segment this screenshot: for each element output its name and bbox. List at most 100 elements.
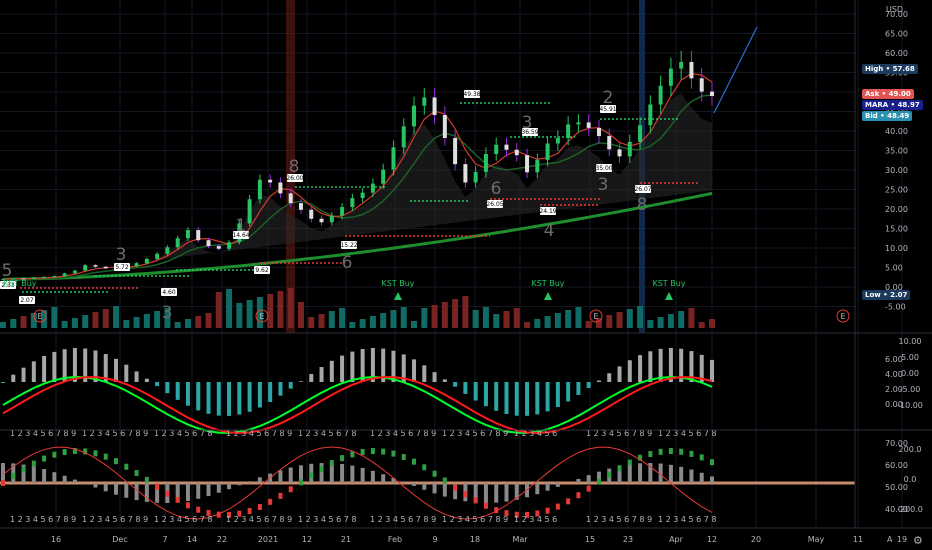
osc-histogram-bar [586, 382, 591, 388]
seq-histogram-bar [103, 483, 108, 492]
price-tick-label: 40.00 [885, 127, 908, 136]
bid-price-tag: Bid • 48.49 [862, 111, 913, 121]
seq-histogram-bar [350, 465, 355, 483]
auto-scale-icon[interactable]: A [887, 535, 892, 544]
osc-histogram-bar [340, 355, 345, 382]
seq-dot [412, 458, 417, 465]
price-label: 49.38 [463, 91, 480, 98]
seq-histogram-bar [668, 464, 673, 483]
date-tick-label: Mar [512, 535, 528, 544]
osc-histogram-bar [144, 378, 149, 382]
seq-histogram-bar [483, 483, 488, 503]
price-label: 26.05 [486, 201, 503, 208]
wave-count-label: 2 [603, 88, 614, 108]
osc-histogram-bar [309, 373, 314, 382]
oscillator-pane[interactable] [1, 348, 714, 435]
seq-dot [607, 471, 612, 478]
volume-bar [61, 321, 68, 328]
last-price-tag: MARA • 48.97 [862, 100, 923, 110]
sequential-pane[interactable]: 1 2 3 4 5 6 7 8 9 1 2 3 4 5 6 7 8 9 1 2 3 … [0, 429, 855, 524]
candle-body [514, 149, 519, 156]
volume-bar [472, 310, 479, 328]
seq-dot [144, 476, 149, 483]
seq-dot [566, 498, 571, 505]
volume-bar [349, 322, 356, 328]
price-tick-label: 30.00 [885, 166, 908, 175]
osc-tick-right: 5.00 [901, 353, 919, 362]
osc-histogram-bar [607, 373, 612, 382]
candle-body [319, 218, 324, 223]
volume-bar [0, 322, 6, 328]
osc-histogram-bar [206, 382, 211, 414]
candle-body [422, 97, 427, 106]
last-value: 48.97 [897, 101, 920, 109]
seq-histogram-bar [340, 463, 345, 483]
volume-bar [493, 314, 500, 328]
seq-count-bottom: 1 2 3 4 5 6 7 8 9 [10, 515, 76, 524]
seq-histogram-bar [237, 483, 242, 486]
price-label: 15.22 [340, 242, 357, 249]
osc-fast-line [2, 375, 713, 434]
volume-bar [585, 321, 592, 328]
high-price-tag: High • 57.68 [862, 64, 918, 74]
seq-histogram-bar [576, 478, 581, 483]
candle-body [298, 203, 303, 210]
seq-dot [370, 448, 375, 455]
candle-body [535, 159, 540, 173]
seq-histogram-bar [288, 467, 293, 483]
price-label: 24.19 [539, 208, 556, 215]
seq-dot [586, 485, 591, 492]
chart-canvas[interactable]: 2.332.075.724.6014.649.6226.0015.2249.38… [0, 0, 932, 550]
candle-body [483, 154, 488, 172]
candle-body [165, 247, 170, 254]
wave-count-label: 4 [544, 221, 555, 241]
seq-count-bottom: 1 2 3 4 5 6 [514, 515, 557, 524]
seq-dot [329, 460, 334, 467]
candle-body [648, 104, 653, 126]
seq-dot [689, 450, 694, 457]
seq-count-bottom: 1 2 3 4 5 6 7 8 9 [370, 515, 436, 524]
seq-dot [442, 477, 447, 484]
low-price-tag: Low • 2.07 [862, 290, 911, 300]
volume-bar [544, 316, 551, 328]
candle-body [710, 91, 714, 97]
candle-body [638, 125, 643, 142]
volume-bar [534, 319, 541, 328]
seq-histogram-bar [196, 483, 201, 499]
volume-bar [318, 314, 325, 328]
volume-bar [503, 311, 510, 328]
seq-count-bottom: 1 2 3 4 5 6 7 8 [154, 515, 213, 524]
osc-histogram-bar [11, 374, 16, 382]
candle-body [689, 61, 694, 79]
seq-dot [360, 448, 365, 455]
osc-histogram-bar [319, 367, 324, 382]
candle-body [196, 230, 201, 241]
seq-dot [658, 448, 663, 455]
candle-body [607, 136, 612, 150]
seq-dot [679, 448, 684, 455]
price-tick-label: 10.00 [885, 244, 908, 253]
seq-count-bottom: 1 2 3 4 5 6 7 8 9 [82, 515, 148, 524]
seq-histogram-bar [247, 481, 252, 483]
settings-gear-icon[interactable]: ⚙ [913, 534, 923, 547]
volume-bar [287, 288, 294, 328]
wave-count-label: 3 [116, 245, 127, 265]
seq-histogram-bar [422, 483, 427, 490]
earnings-marker-label: E [37, 312, 42, 321]
price-pane[interactable]: 2.332.075.724.6014.649.6226.0015.2249.38… [0, 0, 850, 333]
volume-bar [565, 310, 572, 328]
seq-dot [42, 455, 47, 462]
volume-bar [51, 307, 58, 328]
seq-dot [340, 455, 345, 462]
seq-histogram-bar [93, 483, 98, 488]
seq-histogram-bar [679, 466, 684, 483]
candle-body [257, 179, 262, 200]
osc-histogram-bar [237, 382, 242, 415]
wave-count-label: 6 [342, 253, 353, 273]
candle-body [175, 238, 180, 248]
candle-body [72, 270, 77, 274]
candle-body [504, 144, 509, 150]
seq-dot [124, 463, 129, 470]
low-value: 2.07 [890, 291, 908, 299]
volume-bar [246, 300, 253, 328]
